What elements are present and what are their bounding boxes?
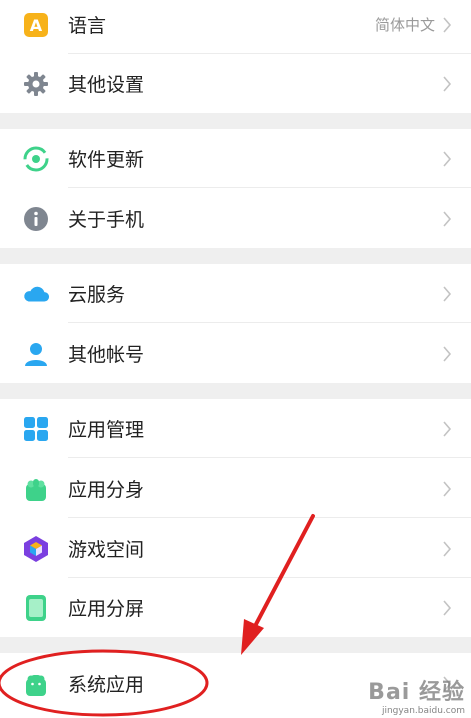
chevron-right-icon (443, 480, 452, 497)
cloud-service-label: 云服务 (68, 284, 126, 306)
about-phone-label: 关于手机 (68, 209, 145, 231)
software-update-row[interactable]: 软件更新 (0, 129, 471, 188)
software-update-icon (22, 145, 50, 173)
app-management-label: 应用管理 (68, 419, 145, 441)
game-space-icon (22, 535, 50, 563)
settings-group-apps: 应用管理 应用分身 游戏空间 应用分屏 (0, 399, 471, 637)
other-settings-label: 其他设置 (68, 74, 145, 96)
account-icon (22, 340, 50, 368)
cloud-service-row[interactable]: 云服务 (0, 264, 471, 323)
split-screen-label: 应用分屏 (68, 598, 145, 620)
app-clone-label: 应用分身 (68, 479, 145, 501)
chevron-right-icon (443, 345, 452, 362)
settings-group-accounts: 云服务 其他帐号 (0, 264, 471, 383)
divider (68, 457, 471, 458)
app-clone-icon (22, 475, 50, 503)
language-row[interactable]: A 语言 简体中文 (0, 0, 471, 54)
about-phone-row[interactable]: 关于手机 (0, 189, 471, 248)
app-clone-row[interactable]: 应用分身 (0, 459, 471, 518)
language-label: 语言 (68, 15, 107, 37)
divider (68, 187, 471, 188)
language-value: 简体中文 (374, 16, 435, 34)
system-apps-icon (22, 670, 50, 698)
gear-icon (22, 70, 50, 98)
info-icon (22, 205, 50, 233)
split-screen-row[interactable]: 应用分屏 (0, 578, 471, 637)
settings-group-system: 软件更新 关于手机 (0, 129, 471, 248)
language-icon: A (22, 11, 50, 39)
chevron-right-icon (443, 420, 452, 437)
other-settings-row[interactable]: 其他设置 (0, 54, 471, 113)
divider (68, 517, 471, 518)
chevron-right-icon (443, 210, 452, 227)
watermark-brand: Bai 经验 (368, 680, 465, 705)
game-space-row[interactable]: 游戏空间 (0, 519, 471, 578)
baidu-jingyan-watermark: Bai 经验 jingyan.baidu.com (368, 674, 465, 716)
cloud-icon (22, 280, 50, 308)
system-apps-label: 系统应用 (68, 674, 145, 696)
chevron-right-icon (443, 285, 452, 302)
chevron-right-icon (443, 75, 452, 92)
watermark-url: jingyan.baidu.com (381, 706, 465, 716)
settings-group-general: A 语言 简体中文 其他设置 (0, 0, 471, 113)
app-management-row[interactable]: 应用管理 (0, 399, 471, 458)
split-screen-icon (22, 594, 50, 622)
other-accounts-row[interactable]: 其他帐号 (0, 324, 471, 383)
divider (68, 322, 471, 323)
other-accounts-label: 其他帐号 (68, 344, 145, 366)
chevron-right-icon (443, 150, 452, 167)
chevron-right-icon (443, 540, 452, 557)
software-update-label: 软件更新 (68, 149, 145, 171)
app-grid-icon (22, 415, 50, 443)
svg-text:A: A (30, 16, 43, 35)
game-space-label: 游戏空间 (68, 539, 145, 561)
chevron-right-icon (443, 599, 452, 616)
chevron-right-icon (443, 16, 452, 33)
